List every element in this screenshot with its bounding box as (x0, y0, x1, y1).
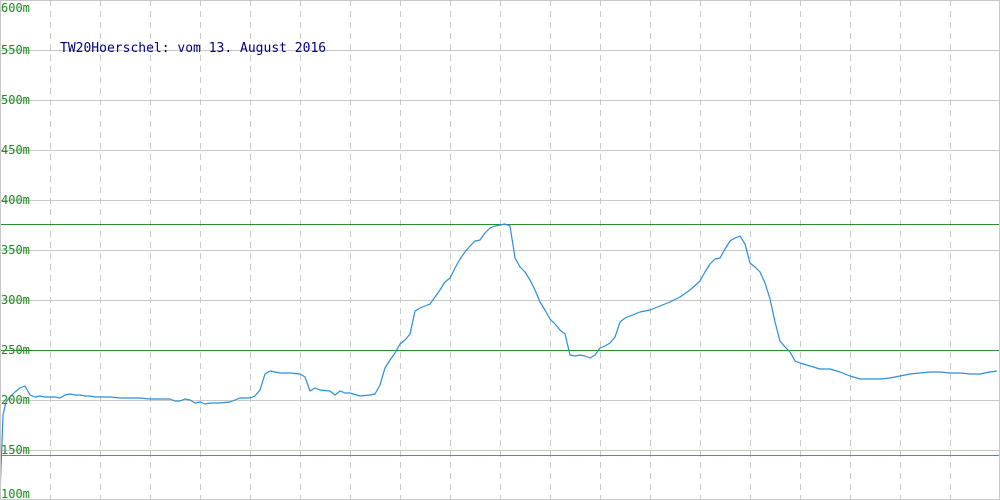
y-axis-tick-labels: 600m 550m 500m 450m 400m 350m 300m 250m 200m 150m… (1, 1, 30, 500)
y-tick-label-200: 200m (1, 393, 30, 407)
y-tick-label-450: 450m (1, 143, 30, 157)
y-tick-label-150: 150m (1, 443, 30, 457)
elevation-chart: 600m 550m 500m 450m 400m 350m 300m 250m 200m 150m… (0, 0, 1000, 500)
y-tick-label-300: 300m (1, 293, 30, 307)
chart-title: TW20Hoerschel: vom 13. August 2016 (60, 41, 326, 56)
y-tick-label-350: 350m (1, 243, 30, 257)
series-group (0, 223, 998, 495)
y-tick-label-400: 400m (1, 193, 30, 207)
y-tick-label-100: 100m (1, 487, 30, 500)
y-tick-label-500: 500m (1, 93, 30, 107)
y-tick-label-550: 550m (1, 43, 30, 57)
elevation-chart-svg: 600m 550m 500m 450m 400m 350m 300m 250m 200m 150m… (0, 0, 1000, 500)
series-line-0 (0, 223, 998, 495)
y-tick-label-250: 250m (1, 343, 30, 357)
horizontal-gridlines (0, 0, 1000, 451)
y-tick-label-600: 600m (1, 1, 30, 15)
